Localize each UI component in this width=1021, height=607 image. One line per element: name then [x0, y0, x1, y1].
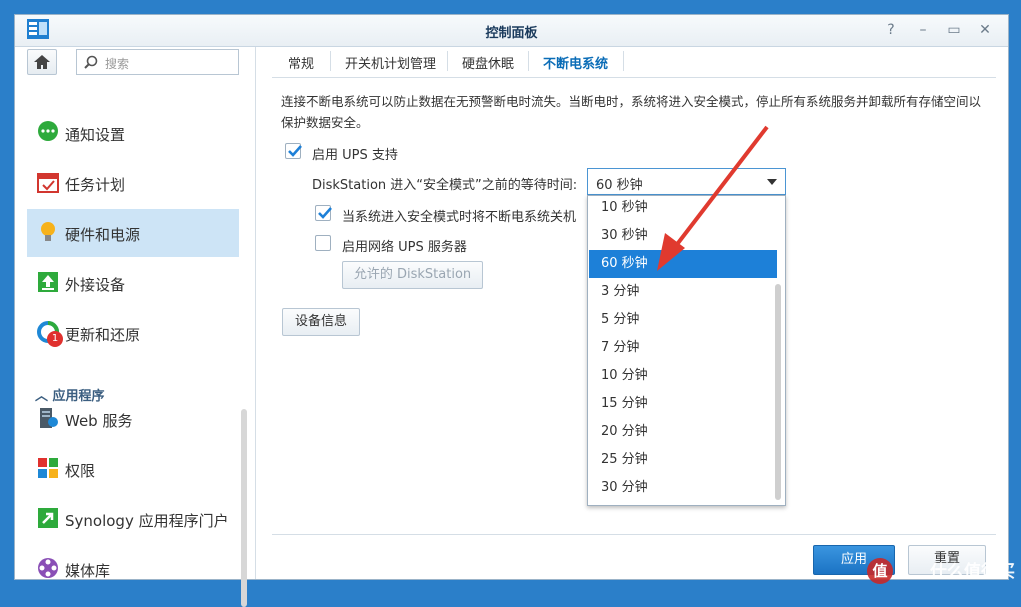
control-panel-window: 控制面板 ? – ▭ ✕ 搜索 通知设置 任务计划 硬件和电源 外接设备 1 更… [14, 14, 1009, 607]
window-title: 控制面板 [485, 26, 538, 41]
tab-ups[interactable]: 不断电系统 [543, 53, 608, 72]
footer-divider [272, 534, 996, 535]
sidebar-item-label: 通知设置 [65, 126, 126, 144]
sidebar-item-hardware-power[interactable]: 硬件和电源 [27, 209, 239, 257]
dropdown-option[interactable]: 25 分钟 [589, 446, 777, 474]
sidebar-item-web-services[interactable]: Web 服务 [27, 395, 239, 443]
sidebar-item-label: 更新和还原 [65, 326, 141, 344]
shutdown-ups-label: 当系统进入安全模式时将不断电系统关机 [342, 210, 577, 225]
sidebar-item-label: 硬件和电源 [65, 226, 141, 244]
tab-power-schedule[interactable]: 开关机计划管理 [345, 53, 436, 72]
tab-bar: 常规 开关机计划管理 硬盘休眠 不断电系统 [272, 47, 996, 78]
tab-general[interactable]: 常规 [288, 53, 314, 72]
home-icon [34, 55, 50, 69]
maximize-icon[interactable]: ▭ [944, 20, 964, 40]
checkmark-icon [288, 145, 302, 157]
dropdown-option[interactable]: 20 分钟 [589, 418, 777, 446]
tab-divider [447, 51, 448, 71]
home-button[interactable] [27, 49, 57, 75]
sidebar-item-external-devices[interactable]: 外接设备 [27, 259, 239, 307]
search-icon [84, 55, 98, 69]
lightbulb-icon [41, 222, 55, 241]
sidebar: 搜索 通知设置 任务计划 硬件和电源 外接设备 1 更新和还原 ︿ 应用程序 W… [15, 47, 256, 607]
wait-time-label: DiskStation 进入“安全模式”之前的等待时间: [312, 178, 578, 193]
dropdown-option[interactable]: 7 分钟 [589, 334, 777, 362]
sidebar-item-label: 任务计划 [65, 176, 126, 194]
sidebar-item-label: 媒体库 [65, 562, 111, 580]
sidebar-item-label: Synology 应用程序门户 [65, 512, 229, 530]
sidebar-scrollbar[interactable] [241, 409, 247, 607]
red-arrow-annotation [657, 125, 769, 271]
tab-divider [623, 51, 624, 71]
checkmark-icon [318, 207, 332, 219]
sidebar-item-privileges[interactable]: 权限 [27, 445, 239, 493]
sidebar-item-label: 权限 [65, 462, 96, 480]
server-icon [40, 408, 58, 428]
help-icon[interactable]: ? [881, 20, 901, 40]
tab-divider [528, 51, 529, 71]
watermark-logo: 值 [867, 558, 893, 584]
sidebar-item-app-portal[interactable]: Synology 应用程序门户 [27, 495, 239, 543]
minimize-icon[interactable]: – [913, 20, 933, 40]
enable-ups-label: 启用 UPS 支持 [312, 148, 398, 163]
tab-hdd-hibernation[interactable]: 硬盘休眠 [462, 53, 514, 72]
film-reel-icon [38, 558, 58, 578]
enable-ups-checkbox[interactable] [285, 143, 302, 159]
dropdown-option[interactable]: 10 分钟 [589, 362, 777, 390]
dropdown-option[interactable]: 30 分钟 [589, 474, 777, 502]
sidebar-item-task-scheduler[interactable]: 任务计划 [27, 159, 239, 207]
sidebar-item-notification[interactable]: 通知设置 [27, 109, 239, 157]
chat-bubble-icon [38, 121, 58, 141]
watermark-text: 什么值得买 [930, 562, 1015, 582]
dropdown-scrollbar[interactable] [775, 284, 781, 500]
dropdown-option[interactable]: 5 分钟 [589, 306, 777, 334]
sidebar-item-media-library[interactable]: 媒体库 [27, 545, 239, 593]
network-ups-label: 启用网络 UPS 服务器 [342, 240, 467, 255]
sidebar-item-update-restore[interactable]: 1 更新和还原 [27, 309, 239, 357]
grid-lock-icon [38, 458, 58, 478]
calendar-icon [37, 173, 59, 193]
upload-arrow-icon [38, 272, 58, 292]
network-ups-checkbox[interactable] [315, 235, 331, 251]
search-placeholder: 搜索 [105, 57, 130, 71]
update-count-badge: 1 [47, 331, 63, 347]
close-icon[interactable]: ✕ [975, 20, 995, 40]
portal-arrow-icon [38, 508, 58, 528]
title-bar[interactable]: 控制面板 ? – ▭ ✕ [15, 15, 1008, 47]
shutdown-ups-checkbox[interactable] [315, 205, 332, 221]
sidebar-item-label: Web 服务 [65, 412, 133, 430]
sidebar-item-label: 外接设备 [65, 276, 126, 294]
dropdown-option[interactable]: 15 分钟 [589, 390, 777, 418]
device-info-button[interactable]: 设备信息 [282, 308, 360, 336]
search-field[interactable]: 搜索 [76, 49, 239, 75]
allowed-diskstation-button[interactable]: 允许的 DiskStation [342, 261, 483, 289]
tab-divider [330, 51, 331, 71]
